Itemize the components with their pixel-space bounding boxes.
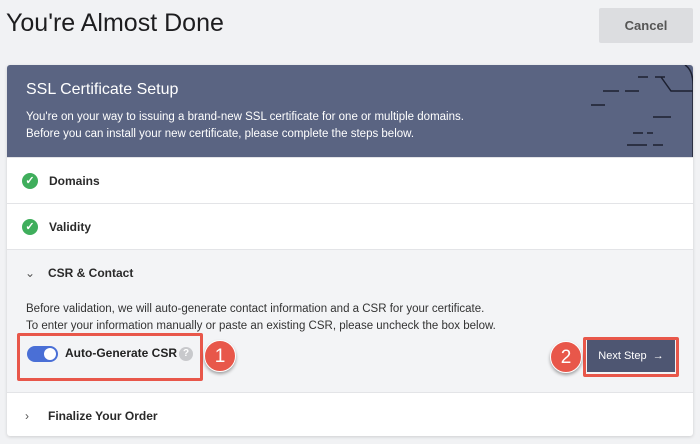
- step-label: Validity: [49, 219, 92, 234]
- step-label: Finalize Your Order: [48, 408, 158, 423]
- chevron-right-icon: ›: [25, 408, 29, 423]
- chevron-down-icon: ⌄: [25, 266, 36, 280]
- check-icon: ✓: [22, 218, 38, 235]
- annotation-badge-1: 1: [204, 340, 236, 372]
- step-finalize[interactable]: › Finalize Your Order: [7, 392, 693, 436]
- annotation-badge-2: 2: [550, 341, 582, 373]
- step-label: CSR & Contact: [48, 266, 134, 280]
- annotation-box-2: [583, 337, 679, 377]
- check-icon: ✓: [22, 172, 38, 189]
- annotation-box-1: [17, 333, 203, 381]
- cancel-button[interactable]: Cancel: [599, 8, 693, 43]
- csr-description: Before validation, we will auto-generate…: [26, 301, 496, 335]
- decorative-graphic: [591, 65, 693, 157]
- step-domains[interactable]: ✓ Domains: [7, 157, 693, 203]
- step-validity[interactable]: ✓ Validity: [7, 203, 693, 249]
- step-label: Domains: [49, 173, 100, 188]
- page-title: You're Almost Done: [6, 9, 224, 37]
- csr-line-1: Before validation, we will auto-generate…: [26, 303, 485, 315]
- setup-header: SSL Certificate Setup You're on your way…: [7, 65, 693, 157]
- step-csr-header[interactable]: ⌄ CSR & Contact: [7, 250, 693, 296]
